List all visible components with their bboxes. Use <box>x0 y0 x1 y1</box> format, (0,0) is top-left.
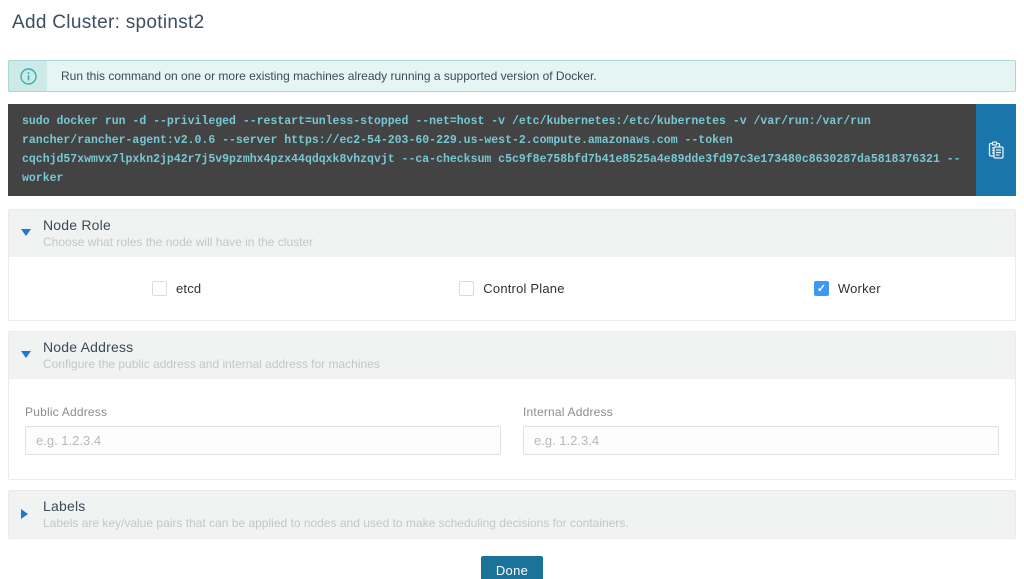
info-icon <box>20 68 37 85</box>
docker-command-block: sudo docker run -d --privileged --restar… <box>8 104 1016 196</box>
add-cluster-page: Add Cluster: spotinst2 Run this command … <box>0 12 1024 579</box>
section-description: Labels are key/value pairs that can be a… <box>43 516 629 531</box>
role-col-etcd: etcd <box>9 281 344 296</box>
checkbox-label: etcd <box>176 281 201 296</box>
section-title: Node Role <box>43 216 313 234</box>
control-plane-checkbox[interactable]: Control Plane <box>459 281 564 296</box>
field-label: Public Address <box>25 405 501 419</box>
clipboard-icon <box>988 141 1004 159</box>
node-address-header[interactable]: Node Address Configure the public addres… <box>9 332 1015 379</box>
checkbox-icon <box>814 281 829 296</box>
node-address-header-text: Node Address Configure the public addres… <box>43 338 380 372</box>
public-address-field: Public Address <box>25 405 501 455</box>
section-description: Choose what roles the node will have in … <box>43 235 313 250</box>
node-address-form: Public Address Internal Address <box>9 379 1015 479</box>
public-address-input[interactable] <box>25 426 501 455</box>
chevron-down-icon <box>21 351 31 358</box>
caret-col <box>21 497 43 531</box>
copy-command-button[interactable] <box>976 104 1016 196</box>
checkbox-icon <box>152 281 167 296</box>
checkbox-label: Worker <box>838 281 881 296</box>
node-role-header-text: Node Role Choose what roles the node wil… <box>43 216 313 250</box>
checkbox-icon <box>459 281 474 296</box>
node-role-options: etcd Control Plane Worker <box>9 257 1015 320</box>
field-label: Internal Address <box>523 405 999 419</box>
banner-message: Run this command on one or more existing… <box>47 69 597 83</box>
role-col-worker: Worker <box>680 281 1015 296</box>
caret-col <box>21 338 43 372</box>
info-banner: Run this command on one or more existing… <box>8 60 1016 92</box>
caret-col <box>21 216 43 250</box>
section-description: Configure the public address and interna… <box>43 357 380 372</box>
docker-command-text: sudo docker run -d --privileged --restar… <box>8 104 976 196</box>
role-col-control-plane: Control Plane <box>344 281 679 296</box>
etcd-checkbox[interactable]: etcd <box>152 281 201 296</box>
info-icon-box <box>9 61 47 91</box>
chevron-down-icon <box>21 229 31 236</box>
checkbox-label: Control Plane <box>483 281 564 296</box>
section-labels: Labels Labels are key/value pairs that c… <box>8 490 1016 539</box>
section-title: Labels <box>43 497 629 515</box>
labels-header-text: Labels Labels are key/value pairs that c… <box>43 497 629 531</box>
section-title: Node Address <box>43 338 380 356</box>
done-button[interactable]: Done <box>481 556 543 579</box>
chevron-right-icon <box>21 509 28 519</box>
internal-address-field: Internal Address <box>523 405 999 455</box>
labels-header[interactable]: Labels Labels are key/value pairs that c… <box>9 491 1015 538</box>
node-role-header[interactable]: Node Role Choose what roles the node wil… <box>9 210 1015 257</box>
section-node-address: Node Address Configure the public addres… <box>8 331 1016 480</box>
worker-checkbox[interactable]: Worker <box>814 281 881 296</box>
page-title: Add Cluster: spotinst2 <box>12 12 1016 34</box>
internal-address-input[interactable] <box>523 426 999 455</box>
section-node-role: Node Role Choose what roles the node wil… <box>8 209 1016 321</box>
footer: Done <box>8 556 1016 579</box>
